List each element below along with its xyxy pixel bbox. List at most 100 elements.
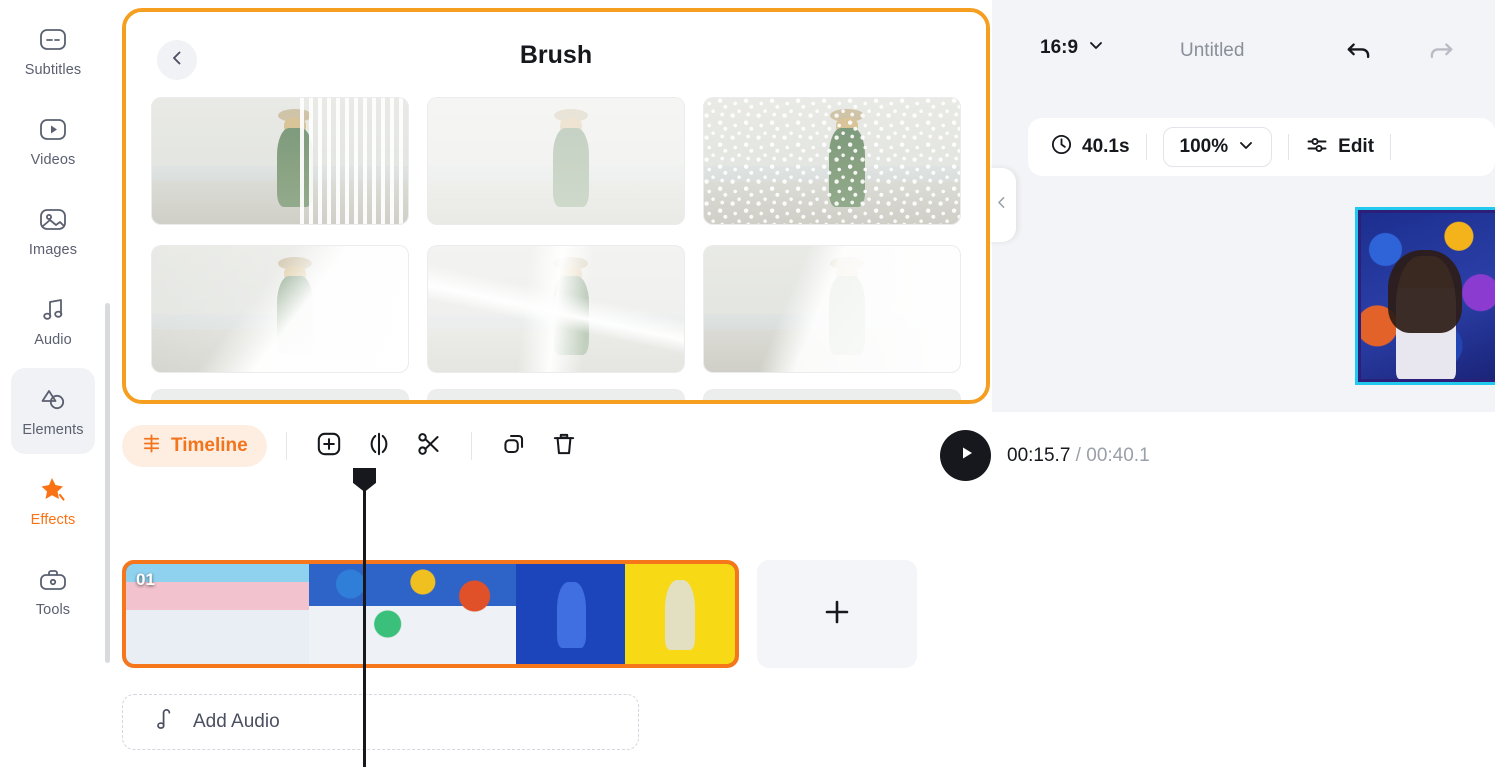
sidebar-scrollbar[interactable] [105,303,110,663]
brush-preset-item[interactable] [704,98,960,224]
sidebar-item-label: Images [28,241,78,258]
clip-index-label: 01 [136,570,155,589]
brush-preset-item[interactable] [428,390,684,400]
copy-icon [499,429,529,464]
sidebar-item-subtitles[interactable]: Subtitles [11,8,95,94]
split-button[interactable] [356,424,402,468]
timeline-track: 01 [122,560,917,668]
divider [470,432,472,460]
split-icon [364,429,394,464]
panel-title: Brush [519,40,593,69]
sidebar-item-label: Tools [35,601,71,618]
brush-preset-item[interactable] [152,390,408,400]
playhead[interactable] [353,468,376,767]
video-play-icon [36,115,70,145]
current-time: 00:15.7 [1007,444,1071,466]
playhead-handle[interactable] [353,468,376,492]
edit-button[interactable]: Edit [1305,133,1374,162]
player-controls: 00:15.7 / 00:40.1 [940,430,1150,481]
brush-preset-item[interactable] [152,98,408,224]
redo-button[interactable] [1424,36,1458,71]
chevron-left-icon [167,48,187,73]
left-sidebar: Subtitles Videos Images Audio Elements E… [0,0,106,767]
divider [285,432,287,460]
undo-button[interactable] [1342,36,1376,71]
add-clip-button[interactable] [757,560,917,668]
timeline-tab-label: Timeline [171,435,248,456]
divider [1390,134,1392,160]
sidebar-item-label: Subtitles [24,61,82,78]
sidebar-item-videos[interactable]: Videos [11,98,95,184]
total-time: 00:40.1 [1086,444,1150,466]
sidebar-item-audio[interactable]: Audio [11,278,95,364]
sidebar-item-elements[interactable]: Elements [11,368,95,454]
video-editor-app: Subtitles Videos Images Audio Elements E… [0,0,1495,767]
brush-preset-item[interactable] [704,246,960,372]
clock-icon [1050,133,1073,161]
add-audio-label: Add Audio [193,711,280,732]
play-button[interactable] [940,430,991,481]
sidebar-item-effects[interactable]: Effects [11,458,95,544]
music-note-icon [153,707,178,737]
aspect-ratio-value: 16:9 [1040,36,1079,58]
duplicate-button[interactable] [491,424,537,468]
back-button[interactable] [157,40,197,80]
music-note-icon [36,295,70,325]
preview-frame [1361,213,1495,379]
timeline-icon [141,433,162,459]
brush-preview [704,98,960,224]
chevron-down-icon [1087,36,1105,59]
subtitles-icon [36,25,70,55]
cut-button[interactable] [406,424,452,468]
trash-icon [549,429,579,464]
add-audio-button[interactable]: Add Audio [122,694,639,750]
brush-preset-item[interactable] [428,98,684,224]
divider [1145,134,1147,160]
brush-preset-item[interactable] [704,390,960,400]
brush-panel: Brush [122,8,990,404]
timeline-area: Timeline 00:15.7 / 00:40.1 01 Add Audio [106,412,1495,767]
video-clip[interactable]: 01 [122,560,739,668]
add-media-button[interactable] [306,424,352,468]
zoom-select[interactable]: 100% [1162,127,1273,167]
zoom-value: 100% [1179,136,1229,157]
sidebar-item-tools[interactable]: Tools [11,548,95,634]
divider [1288,134,1290,160]
brush-preset-item[interactable] [152,246,408,372]
brush-preset-item[interactable] [428,246,684,372]
aspect-ratio-select[interactable]: 16:9 [1040,36,1105,59]
top-bar: 16:9 Untitled [992,0,1495,108]
brush-panel-header: Brush [126,12,986,98]
clip-thumbnails [126,564,735,664]
brush-thumbnail-grid-next-row [126,372,986,400]
brush-preview [152,246,408,372]
duration-display: 40.1s [1050,133,1130,161]
play-icon [954,441,978,470]
sidebar-item-label: Audio [34,331,72,348]
sidebar-item-images[interactable]: Images [11,188,95,274]
sliders-icon [1305,133,1329,162]
brush-preview [704,246,960,372]
undo-arrow-icon [1342,43,1376,70]
brush-preview [428,246,684,372]
panel-collapse-button[interactable] [986,168,1016,242]
sidebar-item-label: Videos [30,151,76,168]
edit-label: Edit [1338,136,1375,157]
timeline-tab[interactable]: Timeline [122,425,267,467]
sparkle-star-icon [36,475,70,505]
project-title-input[interactable]: Untitled [1180,40,1244,62]
scissors-icon [414,429,444,464]
plus-square-icon [314,429,344,464]
delete-button[interactable] [541,424,587,468]
sidebar-item-label: Effects [30,511,76,528]
preview-toolbar: 40.1s 100% Edit [1028,118,1495,176]
brush-thumbnail-grid [126,98,986,372]
redo-arrow-icon [1424,43,1458,70]
duration-value: 40.1s [1082,136,1130,157]
time-readout: 00:15.7 / 00:40.1 [1007,445,1150,467]
time-separator: / [1070,444,1087,466]
plus-icon [821,596,853,633]
chevron-left-icon [993,194,1010,216]
video-preview-canvas[interactable] [1355,207,1495,385]
brush-preview [428,98,684,224]
